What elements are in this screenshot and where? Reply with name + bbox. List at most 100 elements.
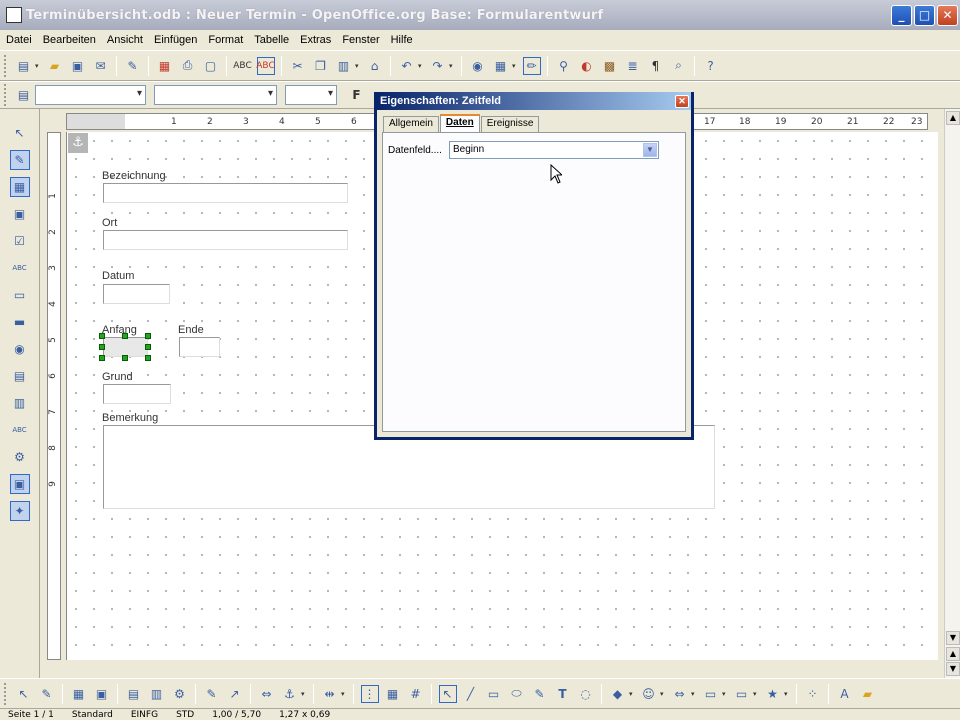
flowchart-icon[interactable]: ▭ <box>702 685 720 703</box>
field-ort[interactable] <box>103 230 348 250</box>
menu-hilfe[interactable]: Hilfe <box>391 34 413 46</box>
radio-icon[interactable]: ◉ <box>10 339 30 359</box>
find-icon[interactable]: ⚲ <box>555 57 573 75</box>
undo-icon[interactable]: ↶ <box>398 57 416 75</box>
style-combo[interactable] <box>35 85 146 105</box>
label-icon[interactable]: ▭ <box>10 285 30 305</box>
selection-handle[interactable] <box>145 333 151 339</box>
toolbar-grip[interactable] <box>4 54 8 77</box>
open-design-icon[interactable]: ✎ <box>203 685 221 703</box>
redo-icon[interactable]: ↷ <box>429 57 447 75</box>
pdf-icon[interactable]: ▦ <box>156 57 174 75</box>
arrows-dropdown[interactable]: ▾ <box>691 690 697 698</box>
textbox-icon[interactable]: ABC <box>10 258 30 278</box>
status-mode[interactable]: EINFG <box>131 710 158 720</box>
status-selection[interactable]: STD <box>176 710 194 720</box>
anchor-tool-icon[interactable]: ⚓ <box>281 685 299 703</box>
gallery-icon[interactable]: ▩ <box>601 57 619 75</box>
paste-icon[interactable]: ▥ <box>335 57 353 75</box>
field-bezeichnung[interactable] <box>103 183 348 203</box>
form-properties-icon[interactable]: ▣ <box>10 204 30 224</box>
close-button[interactable]: ✕ <box>937 4 958 26</box>
bold-icon[interactable]: F <box>348 86 366 104</box>
pointer-icon[interactable]: ↖ <box>438 684 457 703</box>
selection-handle[interactable] <box>145 355 151 361</box>
selection-handle[interactable] <box>122 333 128 339</box>
form-icon[interactable]: ▣ <box>93 685 111 703</box>
font-combo[interactable] <box>154 85 277 105</box>
tab-daten[interactable]: Daten <box>439 114 480 132</box>
label-grund[interactable]: Grund <box>102 371 133 383</box>
menu-bearbeiten[interactable]: Bearbeiten <box>43 34 96 46</box>
menu-format[interactable]: Format <box>208 34 243 46</box>
selection-handle[interactable] <box>99 344 105 350</box>
listbox-icon[interactable]: ▤ <box>10 366 30 386</box>
combobox-icon[interactable]: ▥ <box>10 393 30 413</box>
selection-handle[interactable] <box>99 333 105 339</box>
shapes-dropdown[interactable]: ▾ <box>629 690 635 698</box>
field-anfang-selected[interactable] <box>103 337 148 357</box>
scroll-up-button[interactable]: ▲ <box>946 111 960 125</box>
scroll-down-button[interactable]: ▼ <box>946 631 960 645</box>
select-icon[interactable]: ↖ <box>15 685 33 703</box>
new-icon[interactable]: ▤ <box>15 57 33 75</box>
text-icon[interactable]: T <box>554 685 572 703</box>
select-pointer-icon[interactable]: ↖ <box>10 123 30 143</box>
datasource-icon[interactable]: ≣ <box>624 57 642 75</box>
design-mode-icon-2[interactable]: ✎ <box>38 685 56 703</box>
menu-datei[interactable]: Datei <box>6 34 32 46</box>
spellcheck-icon[interactable]: ABC <box>233 57 251 75</box>
label-ende[interactable]: Ende <box>178 324 204 336</box>
selection-handle[interactable] <box>145 344 151 350</box>
anchor-dropdown[interactable]: ▾ <box>301 690 307 698</box>
menu-extras[interactable]: Extras <box>300 34 331 46</box>
button-icon[interactable]: ▬ <box>10 312 30 332</box>
more-controls-icon[interactable]: ⚙ <box>10 447 30 467</box>
cut-icon[interactable]: ✂ <box>289 57 307 75</box>
label-datum[interactable]: Datum <box>102 270 134 282</box>
label-anfang[interactable]: Anfang <box>102 324 137 336</box>
tab-ereignisse[interactable]: Ereignisse <box>480 116 540 132</box>
styles-icon[interactable]: ▤ <box>15 86 33 104</box>
fontwork-icon[interactable]: A <box>836 685 854 703</box>
scroll-page-down-button[interactable]: ▼ <box>946 662 960 676</box>
auto-focus-icon[interactable]: ↗ <box>226 685 244 703</box>
add-field-icon[interactable]: ▥ <box>148 685 166 703</box>
size-combo[interactable] <box>285 85 337 105</box>
field-datum[interactable] <box>103 284 170 304</box>
snap-grid-icon[interactable]: ▦ <box>384 685 402 703</box>
tab-allgemein[interactable]: Allgemein <box>383 116 439 132</box>
callouts-dropdown[interactable]: ▾ <box>753 690 759 698</box>
navigator-icon[interactable]: ◐ <box>578 57 596 75</box>
design-mode-icon[interactable]: ✎ <box>9 149 30 170</box>
help-icon[interactable]: ? <box>702 57 720 75</box>
symbol-dropdown[interactable]: ▾ <box>660 690 666 698</box>
menu-fenster[interactable]: Fenster <box>342 34 379 46</box>
grid-icon[interactable]: ⋮ <box>360 684 379 703</box>
pilcrow-icon[interactable]: ¶ <box>647 57 665 75</box>
chevron-down-icon[interactable]: ▼ <box>643 143 657 157</box>
tab-order-icon[interactable]: ⚙ <box>171 685 189 703</box>
autospell-icon[interactable]: ABC <box>256 56 275 75</box>
zoom-icon[interactable]: ⌕ <box>670 57 688 75</box>
dialog-title-bar[interactable]: Eigenschaften: Zeitfeld ✕ <box>377 92 691 110</box>
align-icon[interactable]: ⇹ <box>321 685 339 703</box>
mail-icon[interactable]: ✉ <box>92 57 110 75</box>
symbol-shapes-icon[interactable]: ☺ <box>640 685 658 703</box>
stars-dropdown[interactable]: ▾ <box>784 690 790 698</box>
callouts-icon[interactable]: ▭ <box>733 685 751 703</box>
datenfeld-select[interactable]: Beginn ▼ <box>449 141 659 159</box>
flowchart-dropdown[interactable]: ▾ <box>722 690 728 698</box>
label-field-icon[interactable]: ABC <box>10 420 30 440</box>
hyperlink-icon[interactable]: ◉ <box>469 57 487 75</box>
paste-dropdown[interactable]: ▾ <box>355 62 361 70</box>
anchor-icon[interactable]: ⚓ <box>68 133 88 153</box>
selection-handle[interactable] <box>122 355 128 361</box>
menu-einfuegen[interactable]: Einfügen <box>154 34 197 46</box>
table-icon[interactable]: ▦ <box>492 57 510 75</box>
maximize-button[interactable]: □ <box>914 4 935 26</box>
align-dropdown[interactable]: ▾ <box>341 690 347 698</box>
new-dropdown[interactable]: ▾ <box>35 62 41 70</box>
label-ort[interactable]: Ort <box>102 217 117 229</box>
control-icon[interactable]: ▦ <box>70 685 88 703</box>
